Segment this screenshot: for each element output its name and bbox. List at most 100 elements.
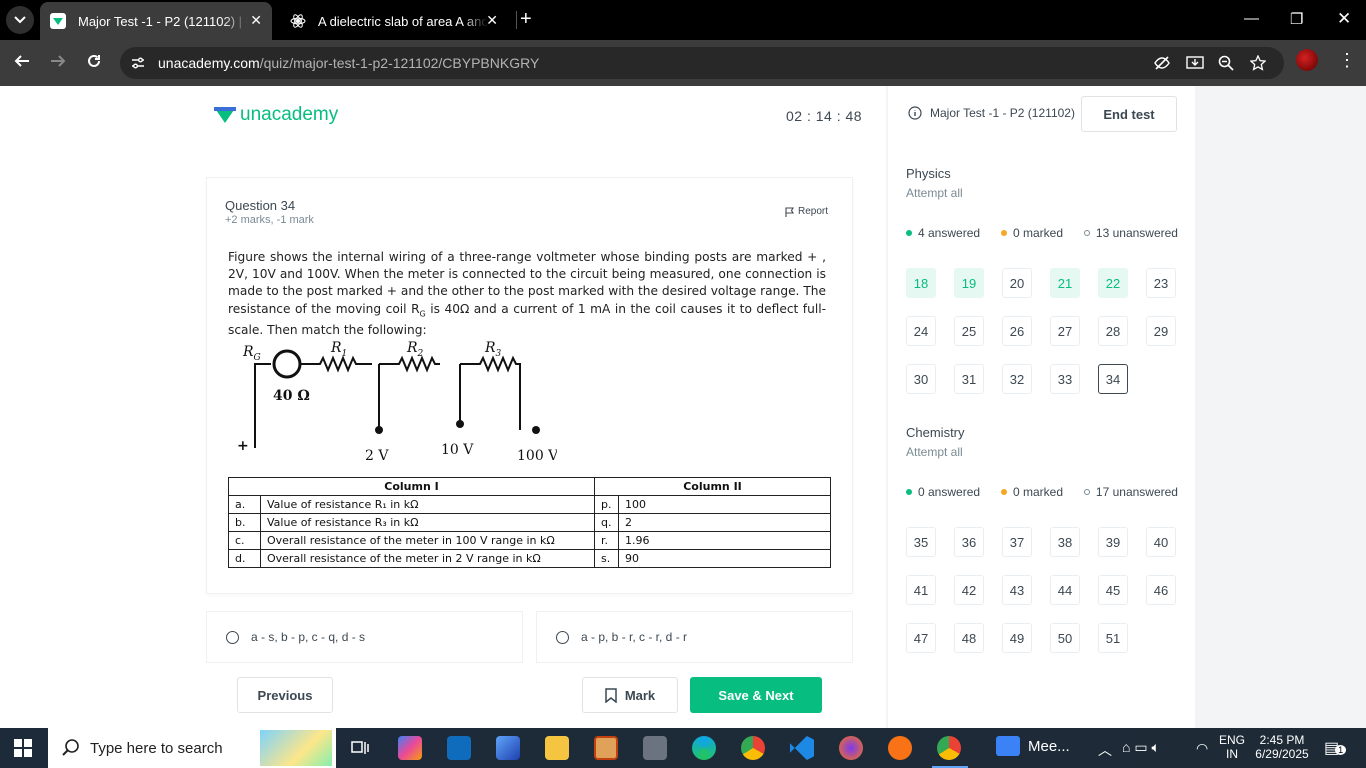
- row-option: r.: [594, 531, 619, 550]
- question-palette-button[interactable]: 24: [906, 316, 936, 346]
- windows-start-icon[interactable]: [14, 739, 32, 762]
- end-test-button[interactable]: End test: [1081, 96, 1177, 132]
- zoom-icon[interactable]: [1218, 55, 1234, 74]
- meet-taskbar-item[interactable]: Mee...: [996, 736, 1070, 756]
- tab-dielectric[interactable]: A dielectric slab of area A and thicknes…: [280, 2, 508, 40]
- answer-option-b[interactable]: a - p, b - r, c - r, d - r: [537, 612, 852, 662]
- back-arrow-icon[interactable]: [14, 53, 30, 74]
- question-palette-button[interactable]: 20: [1002, 268, 1032, 298]
- camera-icon[interactable]: [643, 736, 667, 760]
- profile-avatar[interactable]: [1296, 49, 1318, 71]
- row-left: Value of resistance R₁ in kΩ: [260, 495, 595, 514]
- eye-off-icon[interactable]: [1154, 55, 1170, 74]
- restore-icon[interactable]: ❐: [1290, 10, 1303, 28]
- previous-button[interactable]: Previous: [237, 677, 333, 713]
- mark-button[interactable]: Mark: [582, 677, 678, 713]
- question-palette-button[interactable]: 39: [1098, 527, 1128, 557]
- unacademy-logo-icon: [214, 107, 236, 123]
- question-palette-button[interactable]: 37: [1002, 527, 1032, 557]
- logo-text: unacademy: [240, 104, 339, 125]
- flag-icon: [785, 206, 794, 217]
- question-palette-button[interactable]: 21: [1050, 268, 1080, 298]
- install-app-icon[interactable]: [1186, 55, 1204, 74]
- radio-button[interactable]: [226, 630, 239, 644]
- close-tab-icon[interactable]: ✕: [250, 12, 262, 29]
- chrome-icon[interactable]: [741, 736, 765, 760]
- report-button[interactable]: Report: [785, 206, 828, 217]
- radio-button[interactable]: [556, 630, 569, 644]
- new-tab-icon[interactable]: +: [520, 8, 532, 31]
- question-palette-button[interactable]: 38: [1050, 527, 1080, 557]
- question-palette-button[interactable]: 27: [1050, 316, 1080, 346]
- unacademy-logo[interactable]: unacademy: [214, 104, 338, 126]
- file-explorer-icon[interactable]: [545, 736, 569, 760]
- question-palette-button[interactable]: 30: [906, 364, 936, 394]
- site-info-icon[interactable]: [130, 55, 146, 74]
- forward-arrow-icon[interactable]: [50, 53, 66, 74]
- notifications-icon[interactable]: ▤1: [1324, 738, 1347, 758]
- tray-chevron-icon[interactable]: ︿: [1098, 740, 1112, 760]
- question-palette-button[interactable]: 51: [1098, 623, 1128, 653]
- reload-icon[interactable]: [86, 53, 102, 74]
- question-marks: +2 marks, -1 mark: [225, 214, 314, 226]
- close-tab-icon[interactable]: ✕: [486, 12, 498, 29]
- edge-icon[interactable]: [692, 736, 716, 760]
- address-bar[interactable]: unacademy.com/quiz/major-test-1-p2-12110…: [120, 47, 1284, 79]
- row-key: d.: [228, 549, 261, 568]
- answer-option-a[interactable]: a - s, b - p, c - q, d - s: [207, 612, 522, 662]
- question-palette-button[interactable]: 49: [1002, 623, 1032, 653]
- copilot-icon[interactable]: [398, 736, 422, 760]
- outlook-icon[interactable]: [447, 736, 471, 760]
- tab-search-button[interactable]: [6, 6, 34, 34]
- question-palette-button[interactable]: 31: [954, 364, 984, 394]
- minimize-icon[interactable]: —: [1244, 10, 1259, 27]
- search-highlight-image: [260, 730, 332, 766]
- question-palette-button[interactable]: 28: [1098, 316, 1128, 346]
- browser-menu-icon[interactable]: ⋮: [1338, 50, 1356, 71]
- question-palette-button[interactable]: 42: [954, 575, 984, 605]
- question-palette-button[interactable]: 48: [954, 623, 984, 653]
- browser-tab-bar: Major Test -1 - P2 (121102) | Unacademy …: [0, 0, 1366, 40]
- search-icon: [62, 739, 79, 756]
- question-palette-button[interactable]: 44: [1050, 575, 1080, 605]
- question-palette-button[interactable]: 46: [1146, 575, 1176, 605]
- question-palette-button[interactable]: 43: [1002, 575, 1032, 605]
- firefox-icon[interactable]: [839, 736, 863, 760]
- question-palette-button[interactable]: 22: [1098, 268, 1128, 298]
- wifi-icon[interactable]: ◠: [1196, 740, 1208, 757]
- tab-unacademy[interactable]: Major Test -1 - P2 (121102) | Unacademy …: [40, 2, 272, 40]
- question-palette-button[interactable]: 47: [906, 623, 936, 653]
- tray-app-icons[interactable]: ⌂ ▭ 🔈︎: [1122, 739, 1160, 756]
- question-palette-button[interactable]: 32: [1002, 364, 1032, 394]
- save-next-button[interactable]: Save & Next: [690, 677, 822, 713]
- task-view-icon[interactable]: [348, 736, 372, 760]
- question-palette-button[interactable]: 29: [1146, 316, 1176, 346]
- meet-label: Mee...: [1028, 737, 1070, 755]
- chrome-profile-icon[interactable]: [937, 736, 961, 760]
- question-palette-button[interactable]: 26: [1002, 316, 1032, 346]
- vscode-icon[interactable]: [790, 736, 814, 760]
- question-palette-button[interactable]: 36: [954, 527, 984, 557]
- language-indicator[interactable]: ENG IN: [1219, 733, 1245, 761]
- question-palette-button[interactable]: 19: [954, 268, 984, 298]
- question-palette-button[interactable]: 41: [906, 575, 936, 605]
- display-app-icon[interactable]: [496, 736, 520, 760]
- question-palette-button[interactable]: 18: [906, 268, 936, 298]
- question-palette-button[interactable]: 34: [1098, 364, 1128, 394]
- search-placeholder: Type here to search: [90, 739, 223, 757]
- question-palette-button[interactable]: 50: [1050, 623, 1080, 653]
- taskbar-search[interactable]: Type here to search: [48, 728, 336, 768]
- question-palette-button[interactable]: 33: [1050, 364, 1080, 394]
- close-window-icon[interactable]: ✕: [1337, 9, 1351, 29]
- question-palette-button[interactable]: 40: [1146, 527, 1176, 557]
- question-palette-button[interactable]: 45: [1098, 575, 1128, 605]
- app-icon[interactable]: [888, 736, 912, 760]
- bookmark-star-icon[interactable]: [1249, 54, 1267, 74]
- notepad-app-icon[interactable]: [594, 736, 618, 760]
- marked-count: 0 marked: [1000, 485, 1063, 499]
- question-palette-button[interactable]: 23: [1146, 268, 1176, 298]
- clock[interactable]: 2:45 PM 6/29/2025: [1254, 733, 1310, 761]
- question-palette-button[interactable]: 25: [954, 316, 984, 346]
- label-10v: 10 V: [441, 442, 474, 458]
- question-palette-button[interactable]: 35: [906, 527, 936, 557]
